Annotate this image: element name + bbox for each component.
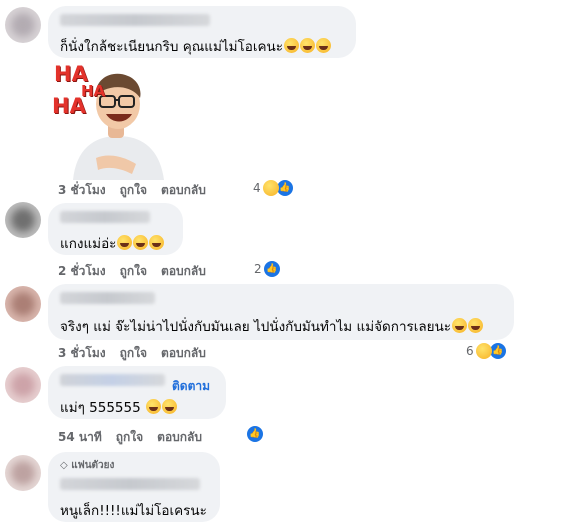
reaction-summary[interactable]: 6 👍 <box>466 343 506 359</box>
laughing-emoji-icon <box>300 38 316 53</box>
timestamp[interactable]: 3 ชั่วโมง <box>58 181 106 200</box>
like-reaction-icon: 👍 <box>263 261 280 277</box>
comment-text: ก็นั่งใกล้ชะเนียนกริบ คุณแม่ไม่โอเคนะ <box>60 35 332 57</box>
reaction-count: 6 <box>466 344 474 358</box>
laughing-emoji-icon <box>161 399 177 414</box>
reply-button[interactable]: ตอบกลับ <box>161 344 206 363</box>
like-reaction-icon: 👍 <box>247 426 263 442</box>
rofl-emoji-icon <box>133 235 149 250</box>
author-name[interactable] <box>60 292 155 304</box>
comment-bubble: แกงแม่อ่ะ <box>48 203 183 255</box>
rofl-emoji-icon <box>149 235 165 250</box>
comment-bubble: ติดตาม แม่ๆ 555555 <box>48 366 226 419</box>
comment-text: แม่ๆ 555555 <box>60 396 177 418</box>
rofl-emoji-icon <box>117 235 133 250</box>
comment-actions: 3 ชั่วโมง ถูกใจ ตอบกลับ <box>58 344 206 363</box>
haha-reaction-icon <box>262 180 279 196</box>
haha-sticker: HA HA HA <box>48 58 168 180</box>
reaction-summary[interactable]: 👍 <box>247 426 263 442</box>
timestamp[interactable]: 54 นาที <box>58 428 102 447</box>
comment-text: แกงแม่อ่ะ <box>60 232 165 254</box>
reply-button[interactable]: ตอบกลับ <box>157 428 202 447</box>
haha-reaction-icon <box>475 343 492 359</box>
top-fan-badge: ◇ แฟนตัวยง <box>60 458 114 473</box>
comment-actions: 54 นาที ถูกใจ ตอบกลับ <box>58 428 202 447</box>
like-button[interactable]: ถูกใจ <box>120 181 147 200</box>
avatar[interactable] <box>5 286 41 322</box>
avatar[interactable] <box>5 455 41 491</box>
rofl-emoji-icon <box>452 318 468 333</box>
haha-text: HA <box>52 94 86 118</box>
avatar[interactable] <box>5 367 41 403</box>
reaction-count: 4 <box>253 181 261 195</box>
author-name[interactable] <box>60 14 210 26</box>
timestamp[interactable]: 3 ชั่วโมง <box>58 344 106 363</box>
comment-actions: 2 ชั่วโมง ถูกใจ ตอบกลับ <box>58 262 206 281</box>
follow-button[interactable]: ติดตาม <box>172 377 210 396</box>
comment-bubble: จริงๆ แม่ จ๊ะไม่น่าไปนั่งกับมันเลย ไปนั่… <box>48 284 514 340</box>
reply-button[interactable]: ตอบกลับ <box>161 262 206 281</box>
avatar[interactable] <box>5 7 41 43</box>
author-name[interactable] <box>60 478 200 490</box>
laughing-emoji-icon <box>284 38 300 53</box>
like-button[interactable]: ถูกใจ <box>120 344 147 363</box>
laughing-emoji-icon <box>316 38 332 53</box>
comment-bubble: ก็นั่งใกล้ชะเนียนกริบ คุณแม่ไม่โอเคนะ <box>48 6 356 58</box>
avatar[interactable] <box>5 202 41 238</box>
reply-button[interactable]: ตอบกลับ <box>161 181 206 200</box>
timestamp[interactable]: 2 ชั่วโมง <box>58 262 106 281</box>
reaction-count: 2 <box>254 262 262 276</box>
comment-actions: 3 ชั่วโมง ถูกใจ ตอบกลับ <box>58 181 206 200</box>
diamond-icon: ◇ <box>60 460 68 471</box>
like-button[interactable]: ถูกใจ <box>120 262 147 281</box>
laughing-emoji-icon <box>145 399 161 414</box>
author-name[interactable] <box>60 211 150 223</box>
like-reaction-icon: 👍 <box>489 343 506 359</box>
rofl-emoji-icon <box>468 318 484 333</box>
reaction-summary[interactable]: 2 👍 <box>254 261 280 277</box>
comment-text: จริงๆ แม่ จ๊ะไม่น่าไปนั่งกับมันเลย ไปนั่… <box>60 315 484 337</box>
like-reaction-icon: 👍 <box>276 180 293 196</box>
badge-label: แฟนตัวยง <box>71 460 115 471</box>
like-button[interactable]: ถูกใจ <box>116 428 143 447</box>
author-name[interactable] <box>60 374 165 386</box>
reaction-summary[interactable]: 4 👍 <box>253 180 293 196</box>
